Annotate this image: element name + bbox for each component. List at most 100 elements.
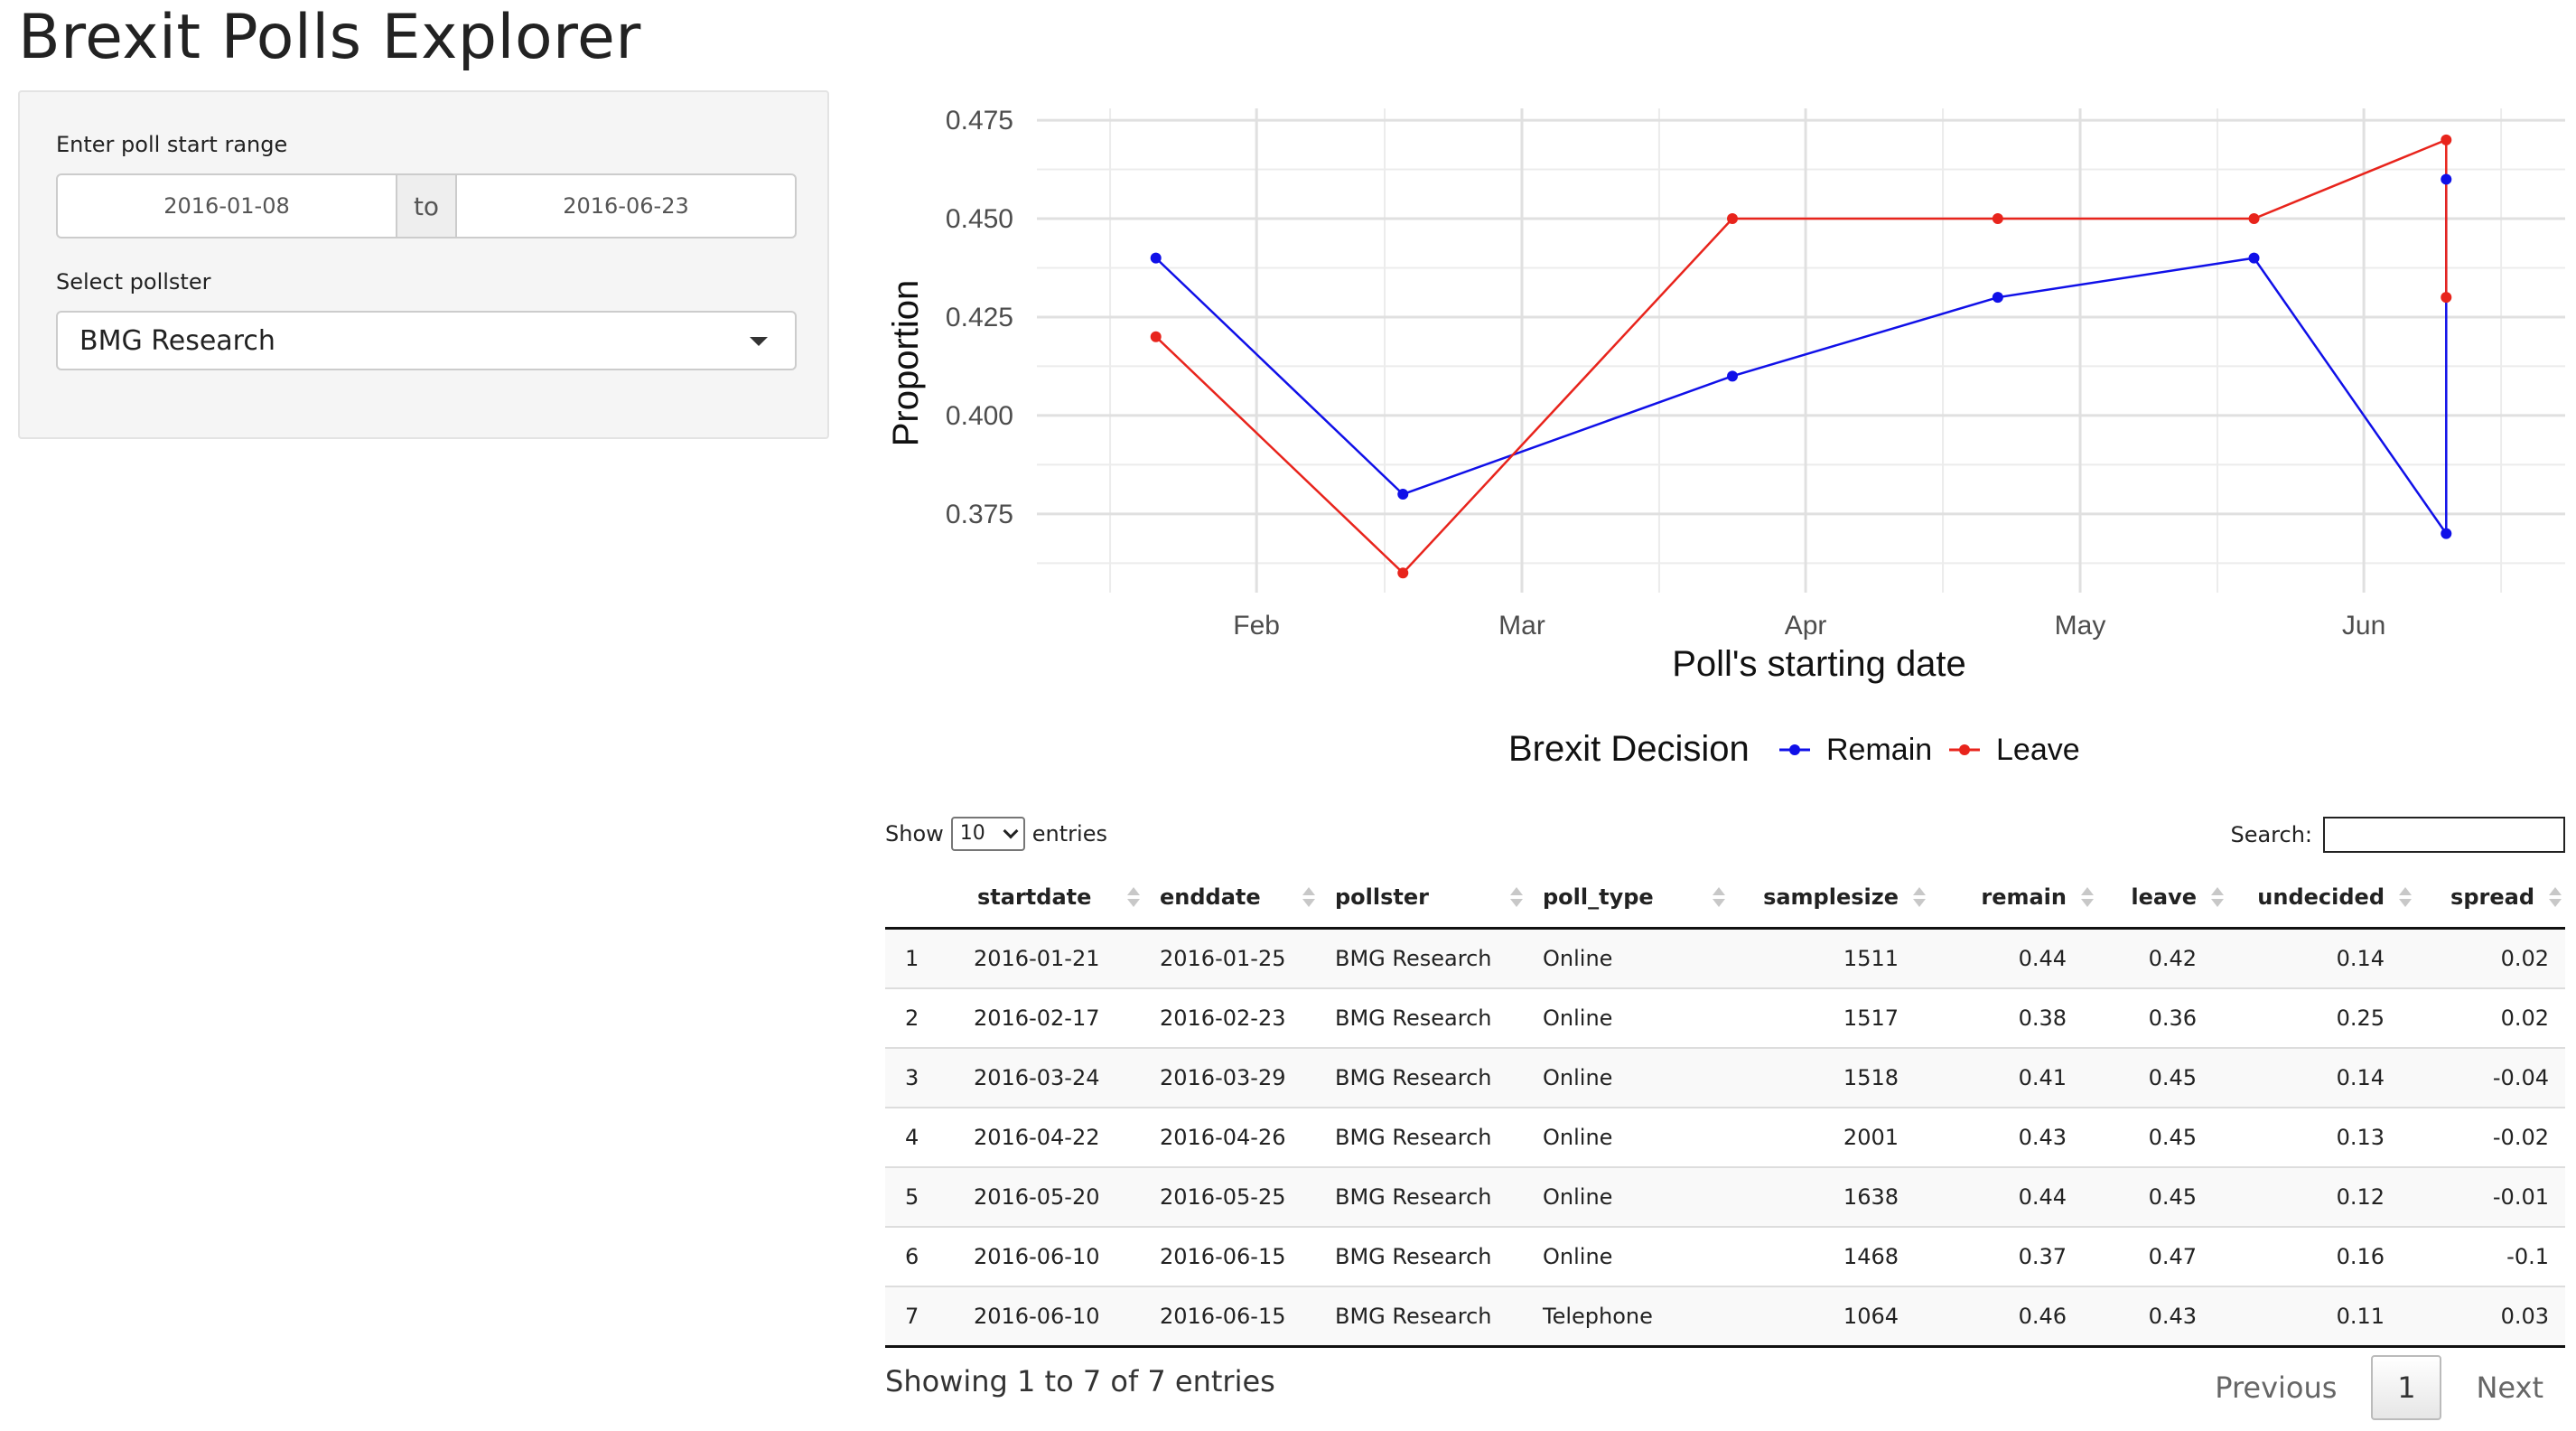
remain-cell: 0.44 [1929,1166,2097,1227]
sort-icon [2081,887,2094,909]
startdate-cell: 2016-02-17 [957,987,1143,1048]
column-header-poll-type[interactable]: poll_type [1526,867,1729,930]
table-row: 3 2016-03-24 2016-03-29 BMG Research Online 1… [885,1047,2565,1108]
previous-page-button[interactable]: Previous [2193,1358,2358,1417]
samplesize-cell: 1511 [1729,927,1929,988]
table-row: 1 2016-01-21 2016-01-25 BMG Research Online 1… [885,927,2565,988]
spread-cell: 0.02 [2415,987,2565,1048]
chart-svg: 0.375 0.400 0.425 0.450 0.475 Feb Mar Apr May Jun… [886,106,2565,769]
y-axis-title: Proportion [886,280,926,447]
startdate-cell: 2016-06-10 [957,1226,1143,1286]
legend-key-point [1789,744,1800,755]
app-title: Brexit Polls Explorer [18,2,641,73]
search-control: Search: [2230,817,2565,853]
page-1-button[interactable]: 1 [2371,1355,2442,1420]
row-index: 2 [885,987,957,1048]
samplesize-cell: 1517 [1729,987,1929,1048]
startdate-cell: 2016-03-24 [957,1047,1143,1108]
column-header-leave[interactable]: leave [2097,867,2227,930]
samplesize-cell: 2001 [1729,1107,1929,1167]
pollster-cell: BMG Research [1319,1286,1526,1348]
x-tick-label: May [2055,611,2106,641]
pollster-cell: BMG Research [1319,1166,1526,1227]
poll-type-cell: Telephone [1526,1286,1729,1348]
entries-length-select[interactable]: 10 [950,817,1025,851]
y-tick-label: 0.400 [946,401,1013,431]
enddate-cell: 2016-06-15 [1143,1286,1319,1348]
sidebar-panel: Enter poll start range 2016-01-08 to 201… [18,90,829,439]
date-range-label: Enter poll start range [56,132,288,157]
table-row: 2 2016-02-17 2016-02-23 BMG Research Online 1… [885,987,2565,1048]
data-point-leave [1992,213,2003,225]
remain-cell: 0.38 [1929,987,2097,1048]
column-header-samplesize[interactable]: samplesize [1729,867,1929,930]
sort-icon [1302,887,1315,909]
table-row: 4 2016-04-22 2016-04-26 BMG Research Online 2… [885,1107,2565,1167]
column-header-undecided[interactable]: undecided [2227,867,2415,930]
x-tick-label: Apr [1785,611,1827,641]
data-point-leave [2248,213,2260,225]
remain-cell: 0.41 [1929,1047,2097,1108]
data-point-remain [1397,489,1409,500]
date-range-input: 2016-01-08 to 2016-06-23 [56,173,797,238]
table-info: Showing 1 to 7 of 7 entries [885,1364,1275,1398]
enddate-cell: 2016-02-23 [1143,987,1319,1048]
poll-type-cell: Online [1526,1047,1729,1108]
table-row: 7 2016-06-10 2016-06-15 BMG Research Telepho… [885,1286,2565,1348]
column-header-startdate[interactable]: startdate [957,867,1143,930]
sort-icon [1510,887,1523,909]
data-point-remain [1150,252,1162,264]
row-index: 4 [885,1107,957,1167]
header-label: undecided [2257,884,2385,910]
leave-cell: 0.43 [2097,1286,2227,1348]
pollster-cell: BMG Research [1319,987,1526,1048]
x-tick-label: Feb [1233,611,1280,641]
column-header-pollster[interactable]: pollster [1319,867,1526,930]
x-tick-label: Jun [2342,611,2385,641]
data-point-remain [1992,292,2003,304]
pollster-cell: BMG Research [1319,1107,1526,1167]
table-body: 1 2016-01-21 2016-01-25 BMG Research Online 1… [885,927,2565,1348]
data-point-leave [1397,567,1409,579]
remain-cell: 0.44 [1929,927,2097,988]
spread-cell: -0.04 [2415,1047,2565,1108]
legend-label: Remain [1826,733,1932,767]
y-tick-label: 0.425 [946,303,1013,332]
leave-cell: 0.36 [2097,987,2227,1048]
row-index: 5 [885,1166,957,1227]
column-header-enddate[interactable]: enddate [1143,867,1319,930]
spread-cell: -0.1 [2415,1226,2565,1286]
samplesize-cell: 1518 [1729,1047,1929,1108]
column-header-index [885,867,957,930]
x-axis-title: Poll's starting date [1672,644,1966,684]
end-date-input[interactable]: 2016-06-23 [455,173,797,238]
undecided-cell: 0.14 [2227,927,2415,988]
sort-icon [1127,887,1140,909]
table-footer: Showing 1 to 7 of 7 entries Previous 1 N… [885,1355,2565,1427]
header-label: samplesize [1763,884,1899,910]
poll-type-cell: Online [1526,927,1729,988]
samplesize-cell: 1638 [1729,1166,1929,1227]
column-header-spread[interactable]: spread [2415,867,2565,930]
row-index: 6 [885,1226,957,1286]
pollster-label: Select pollster [56,269,211,295]
header-label: startdate [977,884,1092,910]
header-label: enddate [1160,884,1261,910]
search-input[interactable] [2323,817,2565,853]
next-page-button[interactable]: Next [2454,1358,2565,1417]
pollster-select[interactable]: BMG Research [56,311,797,370]
column-header-remain[interactable]: remain [1929,867,2097,930]
table-row: 6 2016-06-10 2016-06-15 BMG Research Online 1… [885,1226,2565,1286]
startdate-cell: 2016-05-20 [957,1166,1143,1227]
start-date-input[interactable]: 2016-01-08 [56,173,397,238]
enddate-cell: 2016-05-25 [1143,1166,1319,1227]
samplesize-cell: 1468 [1729,1226,1929,1286]
search-label: Search: [2230,822,2312,847]
undecided-cell: 0.25 [2227,987,2415,1048]
enddate-cell: 2016-01-25 [1143,927,1319,988]
data-point-leave [1727,213,1739,225]
spread-cell: -0.02 [2415,1107,2565,1167]
leave-cell: 0.45 [2097,1166,2227,1227]
undecided-cell: 0.14 [2227,1047,2415,1108]
table-header-row: startdate enddate pollster poll_type sam… [885,867,2565,930]
